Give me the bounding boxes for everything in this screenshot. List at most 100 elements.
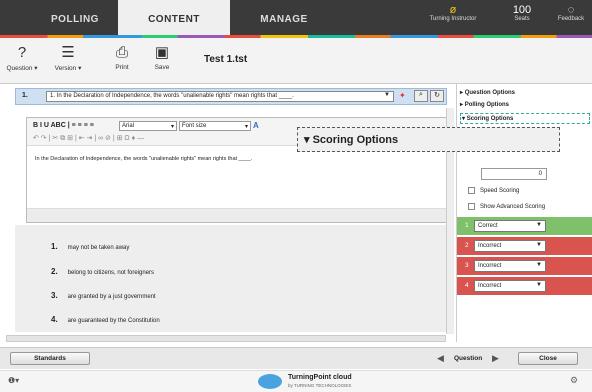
tab-content[interactable]: CONTENT (118, 0, 230, 38)
speed-scoring-checkbox[interactable] (468, 187, 475, 194)
zoom-icon[interactable]: ⌕ (414, 90, 428, 102)
save-icon: ▣ (154, 44, 170, 61)
gear-icon[interactable]: ⚙ (570, 375, 578, 386)
question-row: 1. 1. In the Declaration of Independence… (15, 88, 447, 105)
speed-scoring-label: Speed Scoring (480, 188, 520, 194)
help-icon[interactable]: ❶▾ (8, 376, 19, 385)
toolbar: ? Question ▾ ☰ Version ▾ ⎙ Print ▣ Save Test… (0, 38, 592, 84)
save-label: Save (154, 64, 170, 71)
print-icon: ⎙ (115, 44, 128, 61)
feedback-icon: ◌ (567, 4, 575, 16)
chevron-down-icon: ▼ (384, 92, 390, 98)
seats-label: Seats (514, 16, 530, 22)
seats-value: 100 (512, 4, 532, 16)
chevron-down-icon: ▼ (536, 222, 542, 228)
score-value: Incorrect (478, 263, 502, 269)
scoring-options-zoom-callout: ▾ Scoring Options (297, 127, 560, 152)
score-row: 4 Incorrect ▼ (457, 277, 592, 295)
seats-status: 100 Seats (507, 4, 537, 22)
instructor-icon: ø (449, 4, 457, 16)
tab-polling[interactable]: POLLING (20, 0, 130, 38)
question-icon: ? (17, 44, 27, 61)
question-options-label: Question Options (464, 90, 516, 96)
score-select[interactable]: Incorrect ▼ (474, 240, 546, 252)
score-row: 1 Correct ▼ (457, 217, 592, 235)
answer-text: are granted by a just government (67, 294, 156, 300)
question-nav-label: Question (454, 355, 483, 362)
refresh-icon[interactable]: ↻ (430, 90, 444, 102)
zoom-callout-label: Scoring Options (312, 134, 399, 146)
question-select[interactable]: 1. In the Declaration of Independence, t… (46, 91, 394, 102)
file-name: Test 1.tst (204, 54, 248, 65)
question-options-toggle[interactable]: ▸ Question Options (460, 89, 515, 96)
font-size-value: Font size (182, 123, 207, 129)
top-nav: POLLING CONTENT MANAGE ø Turning Instruct… (0, 0, 592, 38)
close-button[interactable]: Close (518, 352, 578, 365)
score-select[interactable]: Incorrect ▼ (474, 260, 546, 272)
score-select[interactable]: Incorrect ▼ (474, 280, 546, 292)
score-row: 3 Incorrect ▼ (457, 257, 592, 275)
editor-status-bar (27, 208, 446, 222)
answer-item[interactable]: 3. are granted by a just government (51, 291, 156, 300)
next-question-icon[interactable]: ▶ (492, 353, 499, 364)
score-row-number: 2 (465, 242, 469, 249)
scoring-options-label: Scoring Options (466, 116, 514, 122)
show-advanced-checkbox[interactable] (468, 203, 475, 210)
version-menu-button[interactable]: ☰ Version ▾ (50, 44, 86, 72)
format-buttons[interactable]: B I U ABC | ≡ ≡ ≡ ≡ (33, 122, 94, 129)
polling-options-toggle[interactable]: ▸ Polling Options (460, 101, 509, 108)
chevron-down-icon: ▼ (536, 262, 542, 268)
print-button[interactable]: ⎙ Print (110, 44, 134, 71)
question-label: Question (6, 65, 33, 72)
cloud-logo-icon (258, 374, 282, 389)
font-select[interactable]: Arial ▾ (119, 121, 177, 131)
print-label: Print (115, 64, 129, 71)
answer-number: 3. (51, 291, 58, 300)
score-row-number: 3 (465, 262, 469, 269)
feedback-label: Feedback (557, 16, 585, 22)
answer-text: are guaranteed by the Constitution (67, 318, 160, 324)
polling-options-label: Polling Options (464, 102, 510, 108)
answer-list: 1. may not be taken away 2. belong to citi… (15, 225, 447, 332)
pin-icon[interactable]: ✦ (399, 91, 406, 100)
scoring-options-toggle[interactable]: ▾ Scoring Options (460, 113, 590, 124)
score-value: Incorrect (478, 243, 502, 249)
prev-question-icon[interactable]: ◀ (437, 353, 444, 364)
question-select-text: 1. In the Declaration of Independence, t… (50, 93, 294, 99)
score-value: Incorrect (478, 283, 502, 289)
score-row-number: 4 (465, 282, 469, 289)
chevron-down-icon: ▼ (536, 242, 542, 248)
bottom-bar: Standards ◀ Question ▶ Close (0, 347, 592, 369)
instructor-label: Turning Instructor (429, 16, 477, 22)
brand-subtitle: by TURNING TECHNOLOGIES (288, 383, 352, 388)
answer-number: 2. (51, 267, 58, 276)
score-value: Correct (478, 223, 498, 229)
font-value: Arial (122, 123, 135, 129)
standards-button[interactable]: Standards (10, 352, 90, 365)
save-button[interactable]: ▣ Save (150, 44, 174, 71)
version-label: Version (54, 65, 77, 72)
tab-manage[interactable]: MANAGE (232, 0, 336, 38)
chevron-down-icon: ▼ (536, 282, 542, 288)
options-panel: ▸ Question Options ▸ Polling Options ▾ S… (456, 84, 592, 342)
horizontal-scrollbar[interactable] (6, 335, 446, 342)
score-row: 2 Incorrect ▼ (457, 237, 592, 255)
editor-body-text: In the Declaration of Independence, the … (35, 156, 253, 162)
text-color-icon[interactable]: A (253, 121, 259, 130)
edit-buttons[interactable]: ↶ ↷ | ✂ ⧉ ⊞ | ⇤ ⇥ | ∞ ⊘ | ⊞ Ω ♦ — (33, 134, 144, 143)
answer-item[interactable]: 2. belong to citizens, not foreigners (51, 267, 154, 276)
show-advanced-label: Show Advanced Scoring (480, 204, 546, 210)
answer-text: belong to citizens, not foreigners (67, 270, 155, 276)
answer-number: 1. (51, 242, 58, 251)
feedback-button[interactable]: ◌ Feedback (553, 4, 589, 22)
score-select[interactable]: Correct ▼ (474, 220, 546, 232)
answer-item[interactable]: 1. may not be taken away (51, 242, 129, 251)
question-menu-button[interactable]: ? Question ▾ (4, 44, 40, 72)
instructor-status[interactable]: ø Turning Instructor (428, 4, 478, 22)
answer-item[interactable]: 4. are guaranteed by the Constitution (51, 315, 160, 324)
brand-name: TurningPoint cloud (288, 374, 352, 381)
footer: ❶▾ TurningPoint cloud by TURNING TECHNOL… (0, 370, 592, 392)
font-size-select[interactable]: Font size ▾ (179, 121, 251, 131)
answer-number: 4. (51, 315, 58, 324)
points-input[interactable]: 0 (481, 168, 547, 180)
